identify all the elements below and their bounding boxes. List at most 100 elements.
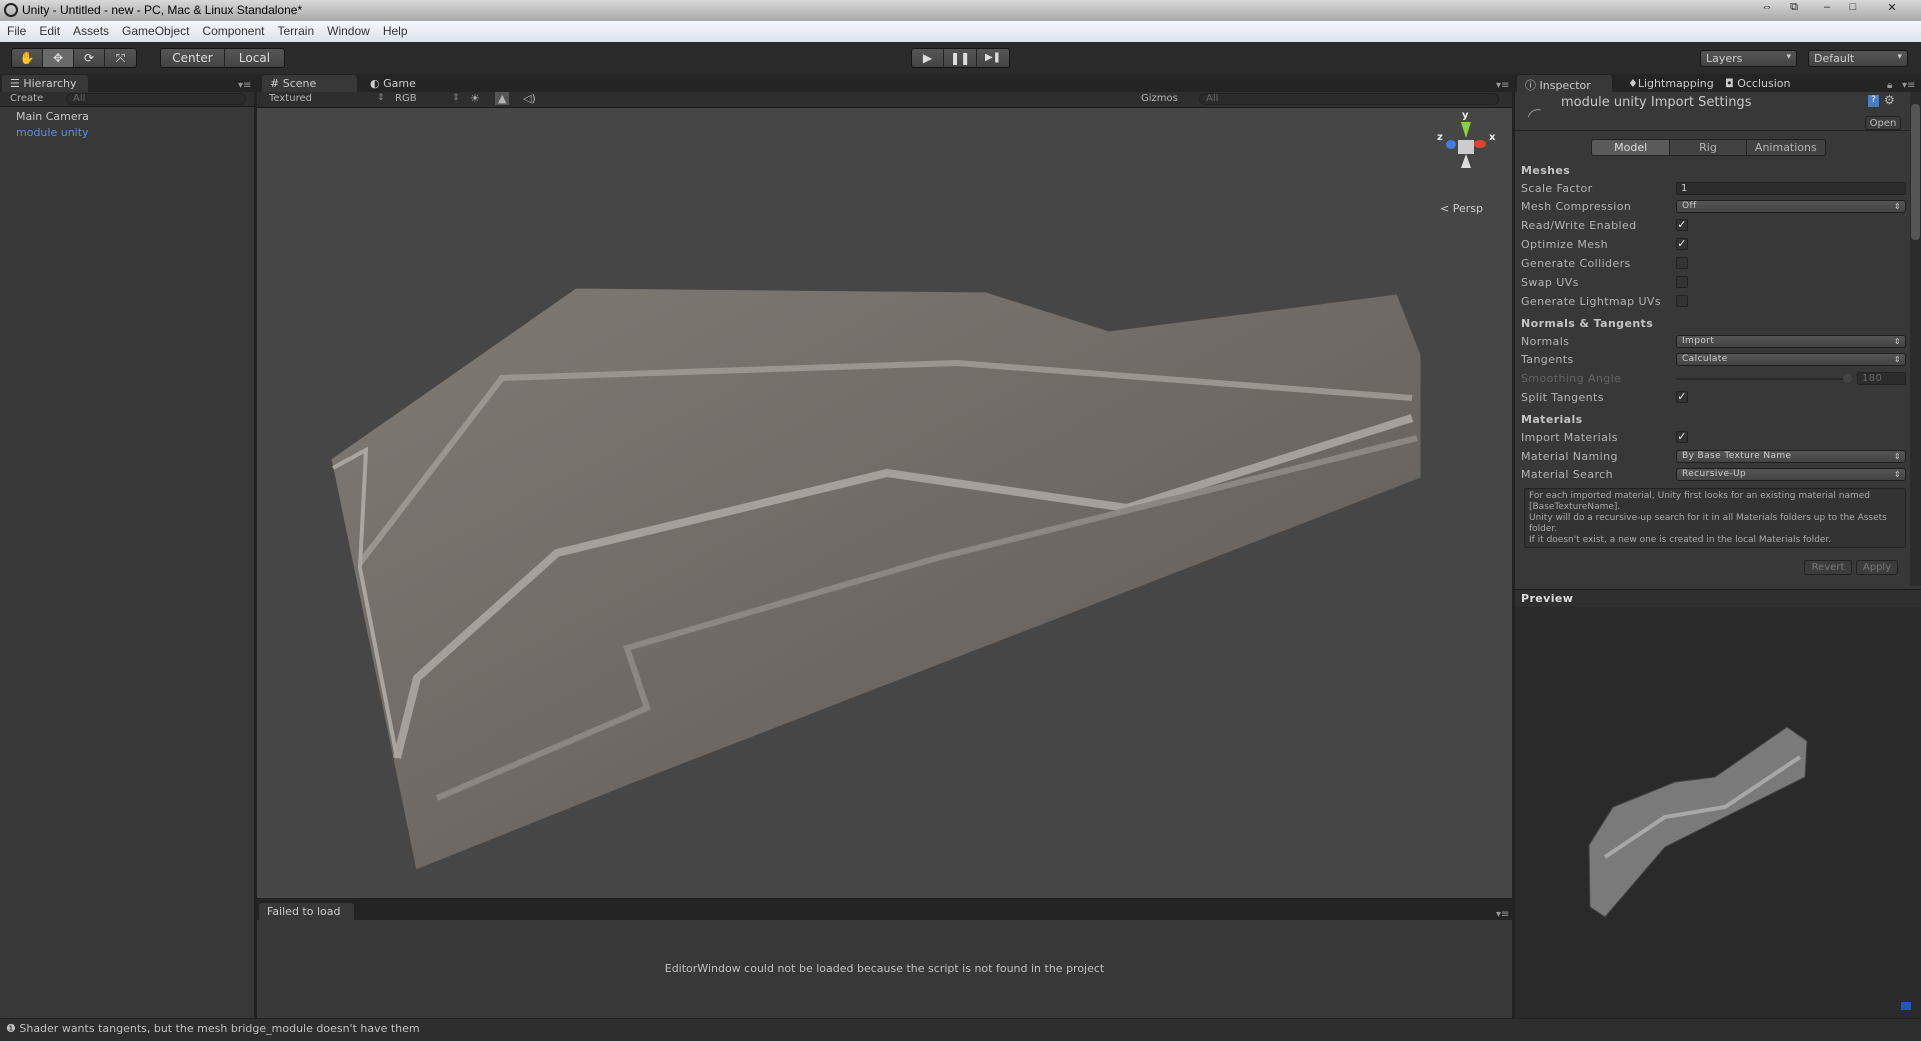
pivot-center-button[interactable]: Center <box>161 49 225 67</box>
console-panel-menu-icon[interactable]: ▾≡ <box>1496 909 1509 920</box>
menu-bar: File Edit Assets GameObject Component Te… <box>0 21 1921 42</box>
skybox-toggle-icon[interactable]: ▲ <box>495 92 510 105</box>
help-book-icon[interactable]: ? <box>1868 95 1879 107</box>
play-button[interactable]: ▶ <box>912 49 945 67</box>
material-search-dropdown[interactable]: Recursive-Up <box>1676 468 1906 481</box>
tab-inspector[interactable]: ⓘ Inspector <box>1517 75 1612 92</box>
preview-mesh <box>1588 726 1808 918</box>
hierarchy-toolbar: Create All <box>0 92 254 107</box>
subtab-model[interactable]: Model <box>1592 140 1670 155</box>
open-button[interactable]: Open <box>1865 116 1901 130</box>
layers-dropdown[interactable]: Layers <box>1700 50 1797 67</box>
inspector-panel: ⌒ module unity Import Settings ? ⚙ Open … <box>1515 92 1921 1018</box>
move-tool-icon[interactable]: ✥ <box>43 49 74 67</box>
normals-dropdown[interactable]: Import <box>1676 335 1906 348</box>
apply-button[interactable]: Apply <box>1856 560 1898 575</box>
panel-menu-icon[interactable]: ▾≡ <box>238 80 251 91</box>
maximize-button[interactable]: □ <box>1841 1 1865 17</box>
hierarchy-search-input[interactable]: All <box>66 93 246 105</box>
draw-mode-arrows-icon: ⇕ <box>377 93 385 103</box>
pause-button[interactable]: ❚❚ <box>944 49 978 67</box>
tab-hierarchy[interactable]: ☰ Hierarchy <box>2 75 88 92</box>
import-materials-row: Import Materials ✓ <box>1521 429 1911 446</box>
tangents-dropdown[interactable]: Calculate <box>1676 353 1906 366</box>
tab-inspector-label: Inspector <box>1539 79 1591 92</box>
step-button[interactable]: ▶❚ <box>977 49 1009 67</box>
hierarchy-item-main-camera[interactable]: Main Camera <box>16 110 89 123</box>
inspector-scrollbar[interactable] <box>1910 92 1921 586</box>
pivot-local-button[interactable]: Local <box>225 49 284 67</box>
window-restore-layout-button[interactable]: ⧉ <box>1782 1 1806 17</box>
menu-gameobject[interactable]: GameObject <box>122 24 189 42</box>
revert-button[interactable]: Revert <box>1804 560 1852 575</box>
settings-gear-icon[interactable]: ⚙ <box>1884 93 1895 107</box>
draw-mode-dropdown[interactable]: Textured <box>269 93 312 104</box>
lighting-toggle-icon[interactable]: ☀ <box>470 92 480 105</box>
layout-dropdown[interactable]: Default <box>1808 50 1908 67</box>
smoothing-angle-label: Smoothing Angle <box>1521 372 1622 385</box>
menu-assets[interactable]: Assets <box>73 24 109 42</box>
smoothing-slider-track[interactable] <box>1676 378 1851 380</box>
gizmo-center-cube-icon[interactable] <box>1458 140 1474 154</box>
read-write-checkbox[interactable]: ✓ <box>1676 219 1688 231</box>
menu-terrain[interactable]: Terrain <box>277 24 314 42</box>
window-title: Unity - Untitled - new - PC, Mac & Linux… <box>22 3 303 17</box>
menu-window[interactable]: Window <box>327 24 370 42</box>
scene-orientation-gizmo[interactable]: y z x <box>1434 110 1504 180</box>
import-subtabs: Model Rig Animations <box>1591 139 1826 156</box>
generate-colliders-checkbox[interactable] <box>1676 257 1688 269</box>
scene-panel-menu-icon[interactable]: ▾≡ <box>1496 80 1509 91</box>
window-resize-button[interactable]: ⇔ <box>1755 1 1779 17</box>
optimize-mesh-checkbox[interactable]: ✓ <box>1676 238 1688 250</box>
read-write-row: Read/Write Enabled ✓ <box>1521 217 1911 234</box>
close-button[interactable]: ✕ <box>1880 1 1904 17</box>
occlusion-icon: ◘ <box>1725 77 1738 90</box>
scale-tool-icon[interactable]: ⤧ <box>105 49 136 67</box>
subtab-rig[interactable]: Rig <box>1669 140 1746 155</box>
scrollbar-thumb[interactable] <box>1911 104 1920 240</box>
tab-scene[interactable]: # Scene <box>262 75 357 92</box>
model-preview[interactable] <box>1515 607 1921 1018</box>
preview-header[interactable]: Preview <box>1515 589 1921 607</box>
tab-occlusion[interactable]: ◘ Occlusion <box>1717 75 1798 92</box>
gizmo-y-axis-icon[interactable] <box>1461 122 1471 138</box>
minimize-button[interactable]: – <box>1815 1 1839 17</box>
scene-viewport[interactable]: y z x < Persp <box>257 108 1512 898</box>
menu-file[interactable]: File <box>7 24 26 42</box>
projection-label[interactable]: < Persp <box>1440 202 1483 215</box>
rotate-tool-icon[interactable]: ⟳ <box>74 49 105 67</box>
preview-settings-icon[interactable] <box>1901 1002 1911 1010</box>
scene-search-input[interactable]: All <box>1199 93 1499 105</box>
subtab-animations[interactable]: Animations <box>1745 140 1825 155</box>
menu-edit[interactable]: Edit <box>39 24 60 42</box>
audio-toggle-icon[interactable]: ◁) <box>523 92 536 105</box>
render-mode-dropdown[interactable]: RGB <box>395 93 417 104</box>
gizmo-x-axis-icon[interactable] <box>1474 140 1486 148</box>
lightmap-uvs-checkbox[interactable] <box>1676 295 1688 307</box>
split-tangents-checkbox[interactable]: ✓ <box>1676 391 1688 403</box>
hand-tool-icon[interactable]: ✋ <box>12 49 43 67</box>
mesh-compression-dropdown[interactable]: Off <box>1676 200 1906 213</box>
material-naming-dropdown[interactable]: By Base Texture Name <box>1676 450 1906 463</box>
status-bar[interactable]: ❶ Shader wants tangents, but the mesh br… <box>0 1019 1921 1041</box>
menu-component[interactable]: Component <box>202 24 264 42</box>
gizmo-z-axis-icon[interactable] <box>1446 140 1456 149</box>
tab-hierarchy-label: Hierarchy <box>23 77 77 90</box>
create-dropdown[interactable]: Create <box>10 93 43 104</box>
scale-factor-input[interactable]: 1 <box>1676 182 1906 195</box>
gizmos-dropdown[interactable]: Gizmos <box>1141 93 1178 104</box>
inspector-menu-icon[interactable]: ▾≡ <box>1902 80 1915 91</box>
tab-lightmapping[interactable]: ♦Lightmapping <box>1620 75 1722 92</box>
tab-failed-to-load[interactable]: Failed to load <box>259 903 354 920</box>
tab-game[interactable]: ◐ Game <box>362 75 424 92</box>
hierarchy-item-module-unity[interactable]: module unity <box>16 126 89 139</box>
material-search-label: Material Search <box>1521 468 1613 481</box>
failed-load-message: EditorWindow could not be loaded because… <box>664 962 1105 975</box>
smoothing-slider-thumb[interactable] <box>1843 374 1852 383</box>
swap-uvs-checkbox[interactable] <box>1676 276 1688 288</box>
material-naming-label: Material Naming <box>1521 450 1618 463</box>
lock-icon[interactable]: 🔒︎ <box>1887 80 1892 91</box>
menu-help[interactable]: Help <box>383 24 408 42</box>
import-materials-checkbox[interactable]: ✓ <box>1676 431 1688 443</box>
smoothing-angle-input[interactable]: 180 <box>1857 372 1906 385</box>
